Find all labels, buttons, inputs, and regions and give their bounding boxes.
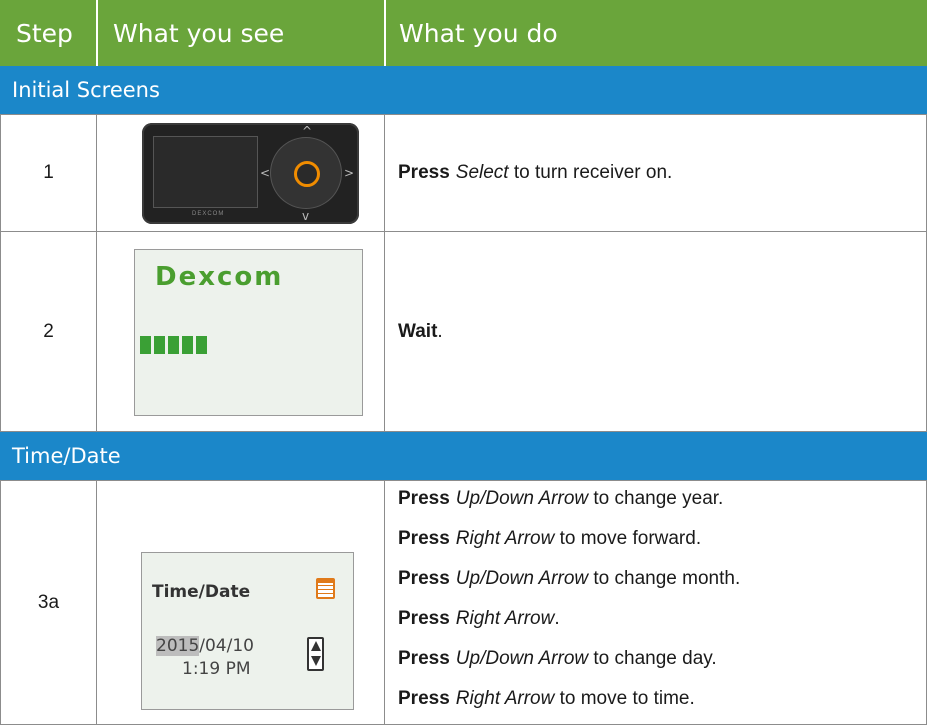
- instruction-line: Press Right Arrow to move to time.: [398, 688, 695, 709]
- action-cell: Press Select to turn receiver on.: [384, 114, 927, 232]
- receiver-screen: [153, 136, 258, 208]
- step-number: 3a: [0, 480, 97, 725]
- select-button-icon: [294, 161, 320, 187]
- down-arrow-icon: v: [302, 209, 310, 223]
- device-brand: DEXCOM: [192, 211, 225, 217]
- section-initial-screens: Initial Screens: [0, 66, 927, 114]
- instruction-line: Press Up/Down Arrow to change month.: [398, 568, 741, 589]
- header-what-you-see: What you see: [113, 18, 285, 48]
- dexcom-logo: Dexcom: [155, 262, 284, 292]
- section-time-date: Time/Date: [0, 432, 927, 480]
- up-arrow-icon: ^: [302, 124, 313, 138]
- header-divider: [96, 0, 98, 66]
- step-number: 1: [0, 114, 97, 232]
- instruction-line: Press Up/Down Arrow to change day.: [398, 648, 717, 669]
- action-cell: Wait.: [384, 231, 927, 432]
- time-value: 1:19 PM: [182, 659, 251, 679]
- splash-screen-image: Dexcom: [134, 249, 363, 416]
- loading-progress-bars: [140, 336, 207, 354]
- instruction-line: Press Right Arrow to move forward.: [398, 528, 702, 549]
- right-arrow-icon: >: [344, 166, 355, 180]
- time-date-screen-image: Time/Date 2015/04/10 1:19 PM: [141, 552, 354, 710]
- instruction-line: Press Up/Down Arrow to change year.: [398, 488, 724, 509]
- instruction-line: Press Right Arrow.: [398, 608, 560, 629]
- instructions-table: Step What you see What you do Initial Sc…: [0, 0, 927, 725]
- up-down-arrow-icon: [307, 637, 324, 671]
- table-header: Step What you see What you do: [0, 0, 927, 66]
- date-value: 2015/04/10: [156, 636, 254, 656]
- header-divider: [384, 0, 386, 66]
- step-number: 2: [0, 231, 97, 432]
- receiver-device-image: ^ v < > DEXCOM: [142, 123, 359, 224]
- header-what-you-do: What you do: [399, 18, 558, 48]
- screen-title: Time/Date: [152, 582, 251, 602]
- left-arrow-icon: <: [260, 166, 271, 180]
- calendar-icon: [316, 578, 335, 599]
- header-step: Step: [16, 18, 73, 48]
- action-cell: Press Up/Down Arrow to change year. Press…: [384, 480, 927, 725]
